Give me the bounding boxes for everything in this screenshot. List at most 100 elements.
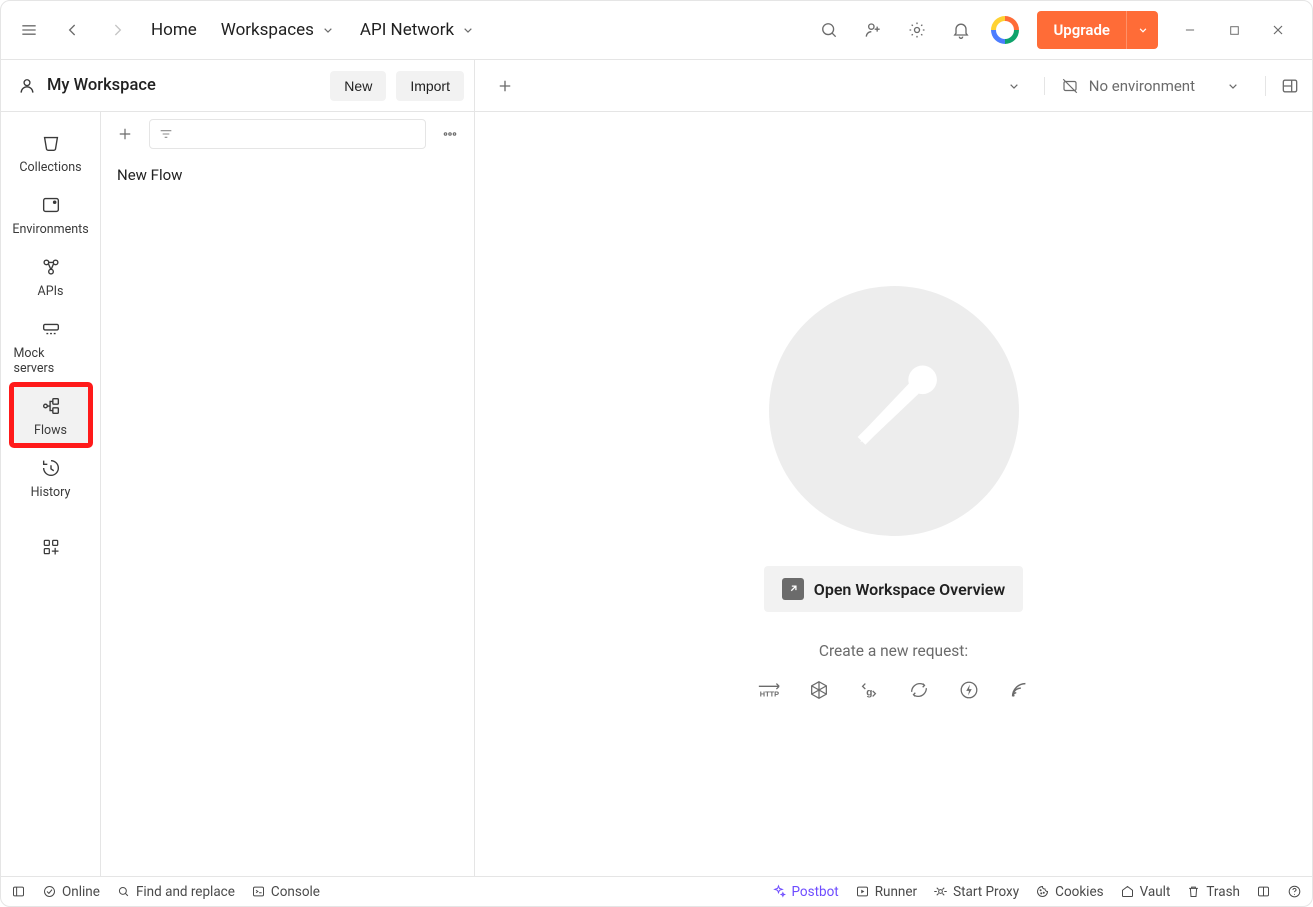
status-postbot-label: Postbot [791, 884, 838, 900]
upgrade-button[interactable]: Upgrade [1037, 11, 1158, 49]
sidebar-item-environments[interactable]: Environments [12, 184, 90, 244]
nav-home[interactable]: Home [141, 14, 207, 46]
sidebar-item-flows[interactable]: Flows [12, 385, 90, 445]
mqtt-request-icon[interactable] [1007, 678, 1031, 702]
open-workspace-overview-button[interactable]: Open Workspace Overview [764, 566, 1023, 612]
status-postbot[interactable]: Postbot [771, 884, 838, 900]
environment-quicklook[interactable] [1265, 76, 1300, 96]
create-flow-button[interactable] [109, 118, 141, 150]
nav-home-label: Home [151, 20, 197, 40]
status-runner-label: Runner [875, 884, 917, 900]
flows-icon [40, 395, 62, 417]
status-two-pane[interactable] [1256, 884, 1271, 899]
window-minimize[interactable] [1170, 10, 1210, 50]
status-online[interactable]: Online [42, 884, 100, 900]
menu-button[interactable] [9, 10, 49, 50]
sidebar-item-configure[interactable] [12, 529, 90, 565]
svg-text:HTTP: HTTP [759, 689, 778, 698]
status-bar: Online Find and replace Console Postbot … [1, 876, 1312, 906]
sidebar-label-mock-servers: Mock servers [14, 346, 88, 376]
status-cookies[interactable]: Cookies [1035, 884, 1103, 900]
status-vault-label: Vault [1140, 884, 1171, 900]
list-item[interactable]: New Flow [101, 156, 474, 194]
sidebar-item-collections[interactable]: Collections [12, 122, 90, 182]
environment-label: No environment [1089, 77, 1195, 95]
request-type-icons: HTTP g [757, 678, 1031, 702]
sidebar-label-collections: Collections [19, 160, 81, 175]
status-cookies-label: Cookies [1055, 884, 1103, 900]
tabs-dropdown[interactable] [994, 78, 1034, 94]
http-request-icon[interactable]: HTTP [757, 678, 781, 702]
mock-servers-icon [40, 318, 62, 340]
window-close[interactable] [1258, 10, 1298, 50]
upgrade-dropdown[interactable] [1126, 11, 1158, 49]
filter-icon [158, 126, 174, 142]
user-icon [17, 76, 37, 96]
status-runner[interactable]: Runner [855, 884, 917, 900]
open-overview-icon [782, 578, 804, 600]
configure-icon [41, 537, 61, 557]
nav-forward-button[interactable] [97, 10, 137, 50]
grpc-request-icon[interactable]: g [857, 678, 881, 702]
upgrade-label: Upgrade [1037, 21, 1126, 39]
workspace-header: My Workspace New Import [1, 60, 475, 111]
sidebar-label-apis: APIs [38, 284, 64, 299]
sidebar-item-history[interactable]: History [12, 447, 90, 507]
workspace-bar: My Workspace New Import No environment [1, 60, 1312, 112]
create-request-hint: Create a new request: [819, 642, 968, 660]
import-button[interactable]: Import [396, 71, 464, 101]
list-panel: New Flow [101, 112, 475, 876]
nav-back-button[interactable] [53, 10, 93, 50]
notifications-button[interactable] [941, 10, 981, 50]
nav-workspaces[interactable]: Workspaces [211, 14, 346, 46]
apis-icon [40, 256, 62, 278]
sidebar-item-mock-servers[interactable]: Mock servers [12, 308, 90, 383]
workspace-title[interactable]: My Workspace [17, 76, 320, 96]
svg-text:g: g [866, 688, 872, 699]
status-find-replace-label: Find and replace [136, 884, 235, 900]
open-overview-label: Open Workspace Overview [814, 580, 1005, 599]
status-trash[interactable]: Trash [1186, 884, 1240, 900]
avatar[interactable] [991, 16, 1019, 44]
search-button[interactable] [809, 10, 849, 50]
filter-input[interactable] [149, 119, 426, 149]
environments-icon [40, 194, 62, 216]
environment-select[interactable]: No environment [1044, 77, 1255, 95]
status-start-proxy-label: Start Proxy [953, 884, 1019, 900]
main-panel: Open Workspace Overview Create a new req… [475, 112, 1312, 876]
status-online-label: Online [62, 884, 100, 900]
status-console[interactable]: Console [251, 884, 320, 900]
workspace-name: My Workspace [47, 76, 156, 95]
status-start-proxy[interactable]: Start Proxy [933, 884, 1019, 900]
postman-logo [769, 286, 1019, 536]
websocket-request-icon[interactable] [907, 678, 931, 702]
history-icon [40, 457, 62, 479]
socketio-request-icon[interactable] [957, 678, 981, 702]
nav-workspaces-label: Workspaces [221, 20, 314, 40]
graphql-request-icon[interactable] [807, 678, 831, 702]
list-toolbar [101, 112, 474, 156]
window-maximize[interactable] [1214, 10, 1254, 50]
nav-api-network-label: API Network [360, 20, 454, 40]
no-environment-icon [1061, 77, 1079, 95]
top-bar: Home Workspaces API Network Upgrade [1, 1, 1312, 60]
status-find-replace[interactable]: Find and replace [116, 884, 235, 900]
invite-button[interactable] [853, 10, 893, 50]
collections-icon [40, 132, 62, 154]
status-vault[interactable]: Vault [1120, 884, 1171, 900]
status-help[interactable] [1287, 884, 1302, 899]
sidebar-item-apis[interactable]: APIs [12, 246, 90, 306]
sidebar-label-flows: Flows [34, 423, 67, 438]
new-tab-button[interactable] [485, 66, 525, 106]
settings-button[interactable] [897, 10, 937, 50]
tabs-area: No environment [475, 66, 1312, 106]
status-trash-label: Trash [1206, 884, 1240, 900]
nav-api-network[interactable]: API Network [350, 14, 486, 46]
list-more-button[interactable] [434, 118, 466, 150]
new-button[interactable]: New [330, 71, 386, 101]
sidebar-label-history: History [31, 485, 71, 500]
status-sidebar-toggle[interactable] [11, 884, 26, 899]
sidebar-rail: Collections Environments APIs Mock serve… [1, 112, 101, 876]
rocket-icon [829, 346, 959, 476]
sidebar-label-environments: Environments [12, 222, 88, 237]
